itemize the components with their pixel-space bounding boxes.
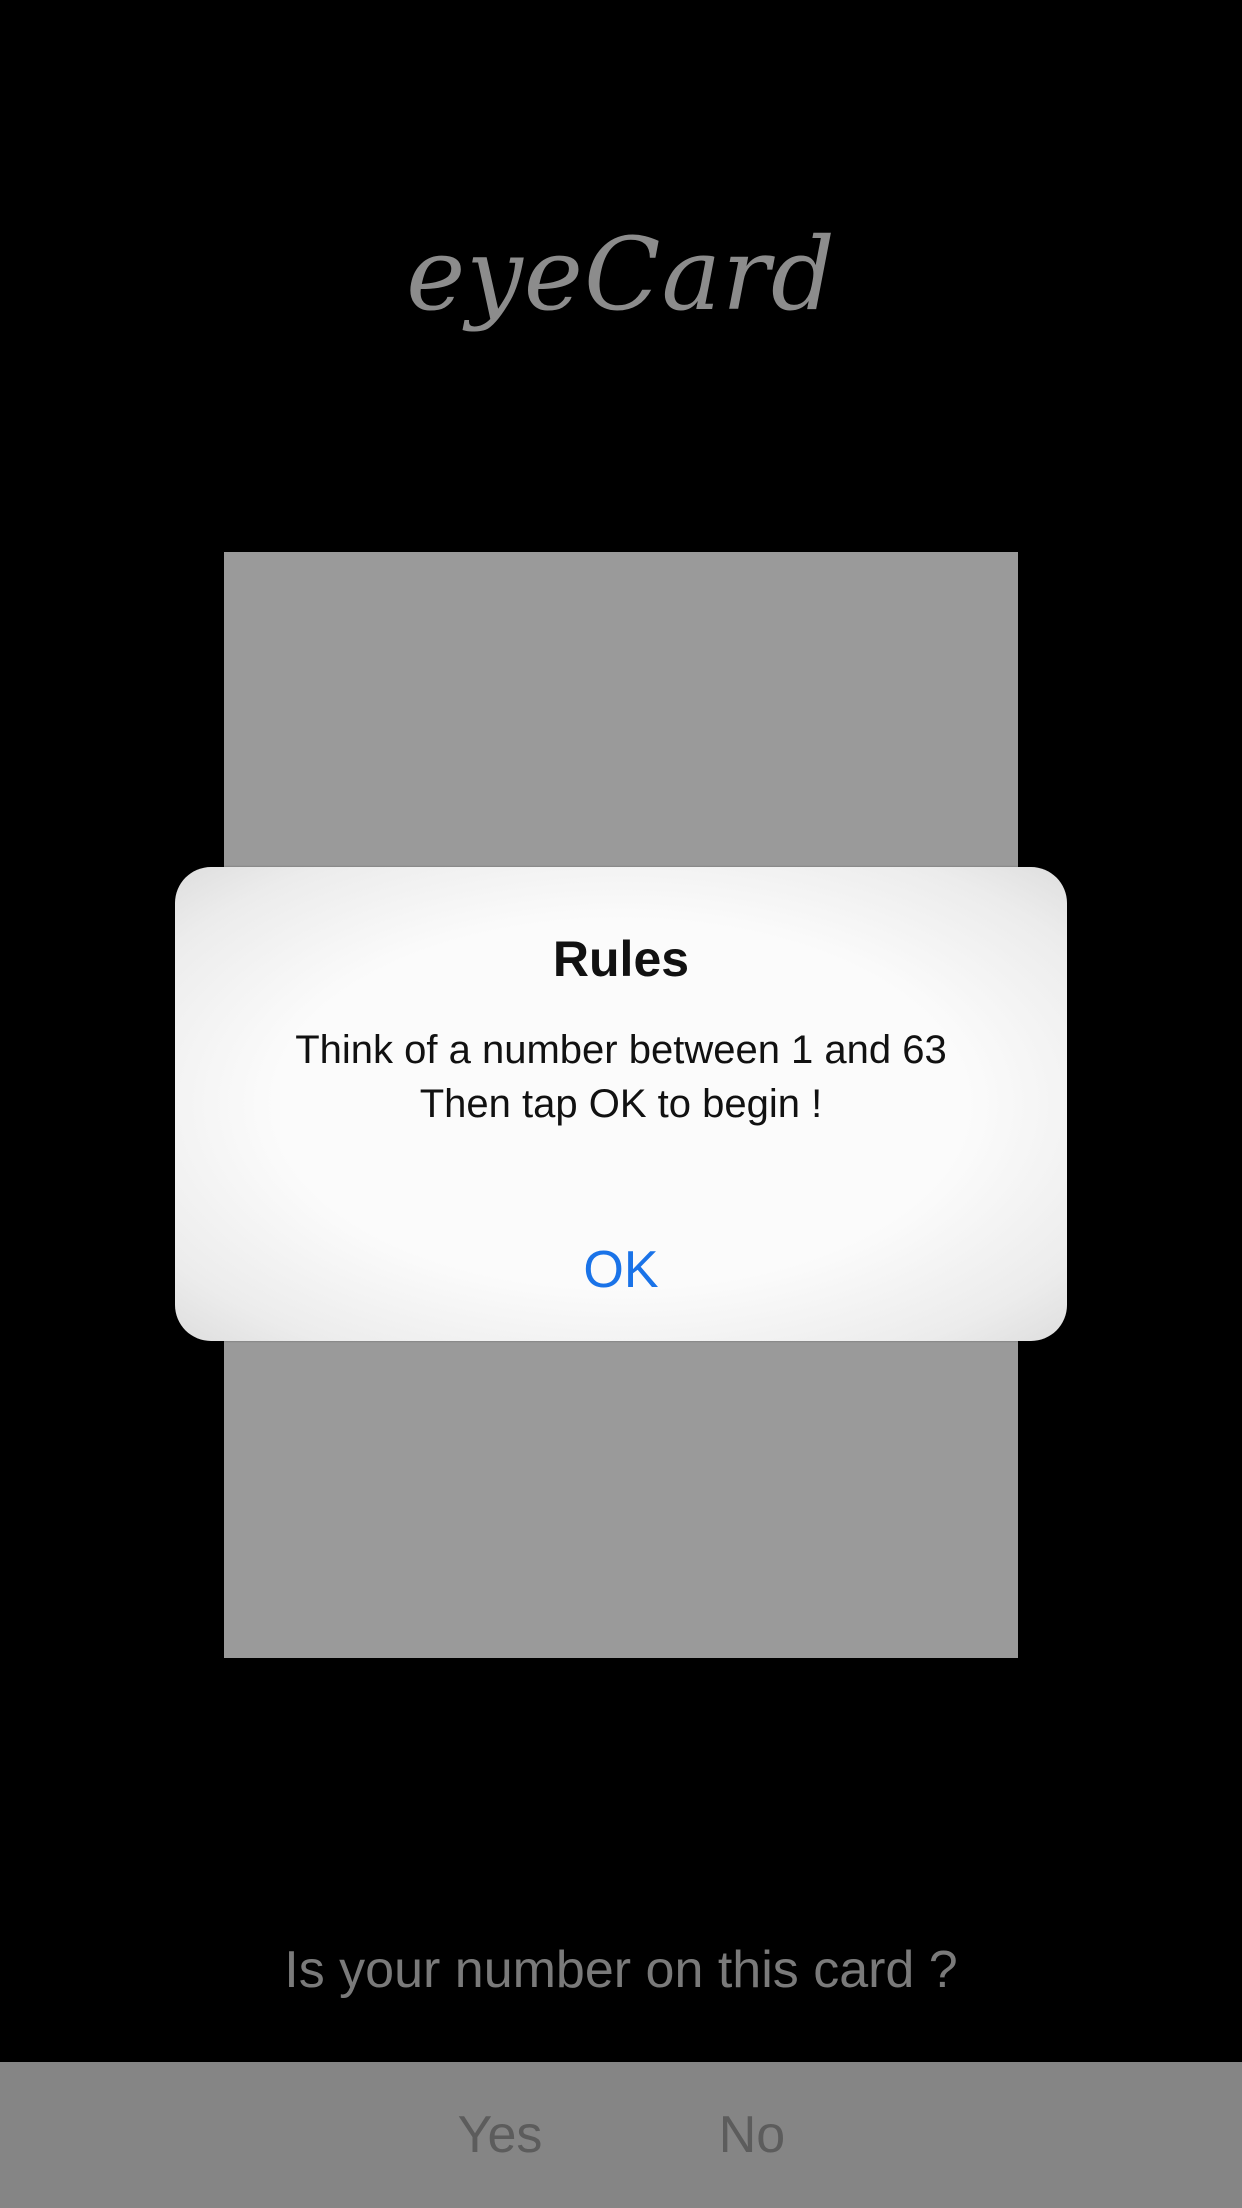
alert-message-line-2: Then tap OK to begin ! xyxy=(419,1082,823,1126)
app-title: eyeCard xyxy=(406,216,836,333)
ok-button[interactable]: OK xyxy=(175,1235,1067,1305)
rules-alert-dialog: Rules Think of a number between 1 and 63… xyxy=(175,867,1067,1341)
alert-title: Rules xyxy=(552,931,690,987)
alert-message-line-1: Think of a number between 1 and 63 xyxy=(295,1028,947,1072)
alert-message: Think of a number between 1 and 63 Then … xyxy=(175,1023,1067,1131)
no-button[interactable]: No xyxy=(652,2062,852,2208)
yes-button[interactable]: Yes xyxy=(400,2062,600,2208)
question-prompt: Is your number on this card ? xyxy=(284,1941,958,1999)
answer-bar: Yes No xyxy=(0,2062,1242,2208)
